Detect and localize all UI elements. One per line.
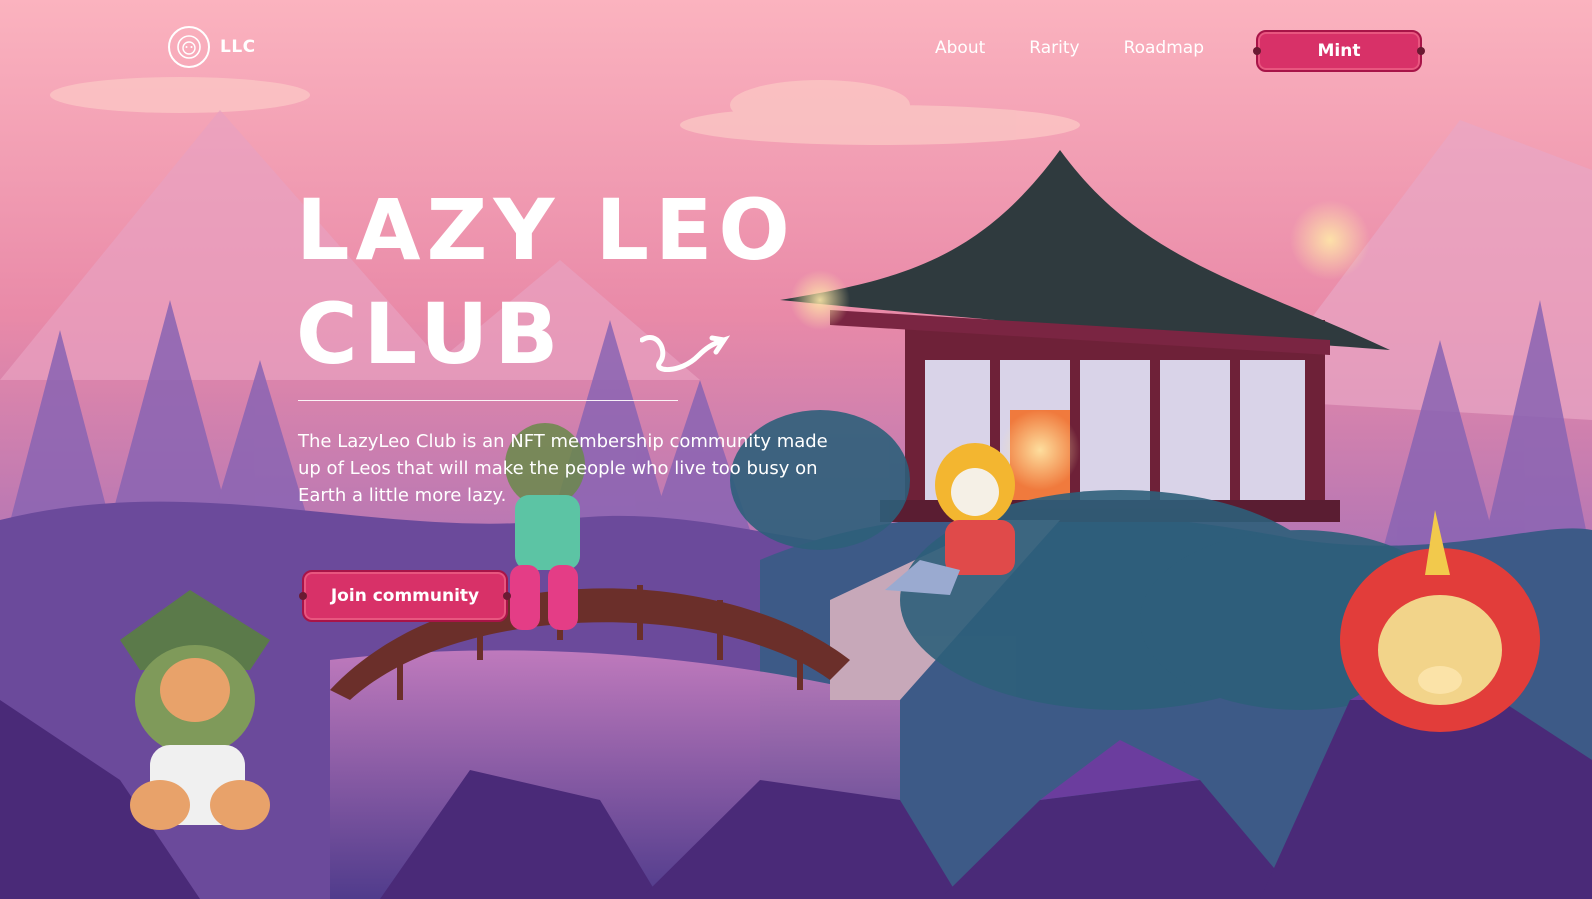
nav-link-rarity[interactable]: Rarity [1029, 38, 1079, 58]
nav-link-roadmap[interactable]: Roadmap [1124, 38, 1204, 58]
hero-divider [298, 400, 678, 401]
lion-head-icon [168, 26, 210, 68]
lion-tail-icon [640, 335, 730, 373]
leo-character-green [120, 590, 270, 830]
main-nav: About Rarity Roadmap [935, 38, 1204, 58]
hero-description: The LazyLeo Club is an NFT membership co… [298, 431, 828, 506]
brand-name: LLC [220, 37, 256, 57]
brand-logo[interactable]: LLC [168, 26, 256, 68]
mint-button[interactable]: Mint [1253, 30, 1425, 72]
nav-link-about[interactable]: About [935, 38, 985, 58]
hero-title-line-1: LAZY LEO [296, 181, 796, 279]
join-community-button[interactable]: Join community [299, 570, 511, 622]
